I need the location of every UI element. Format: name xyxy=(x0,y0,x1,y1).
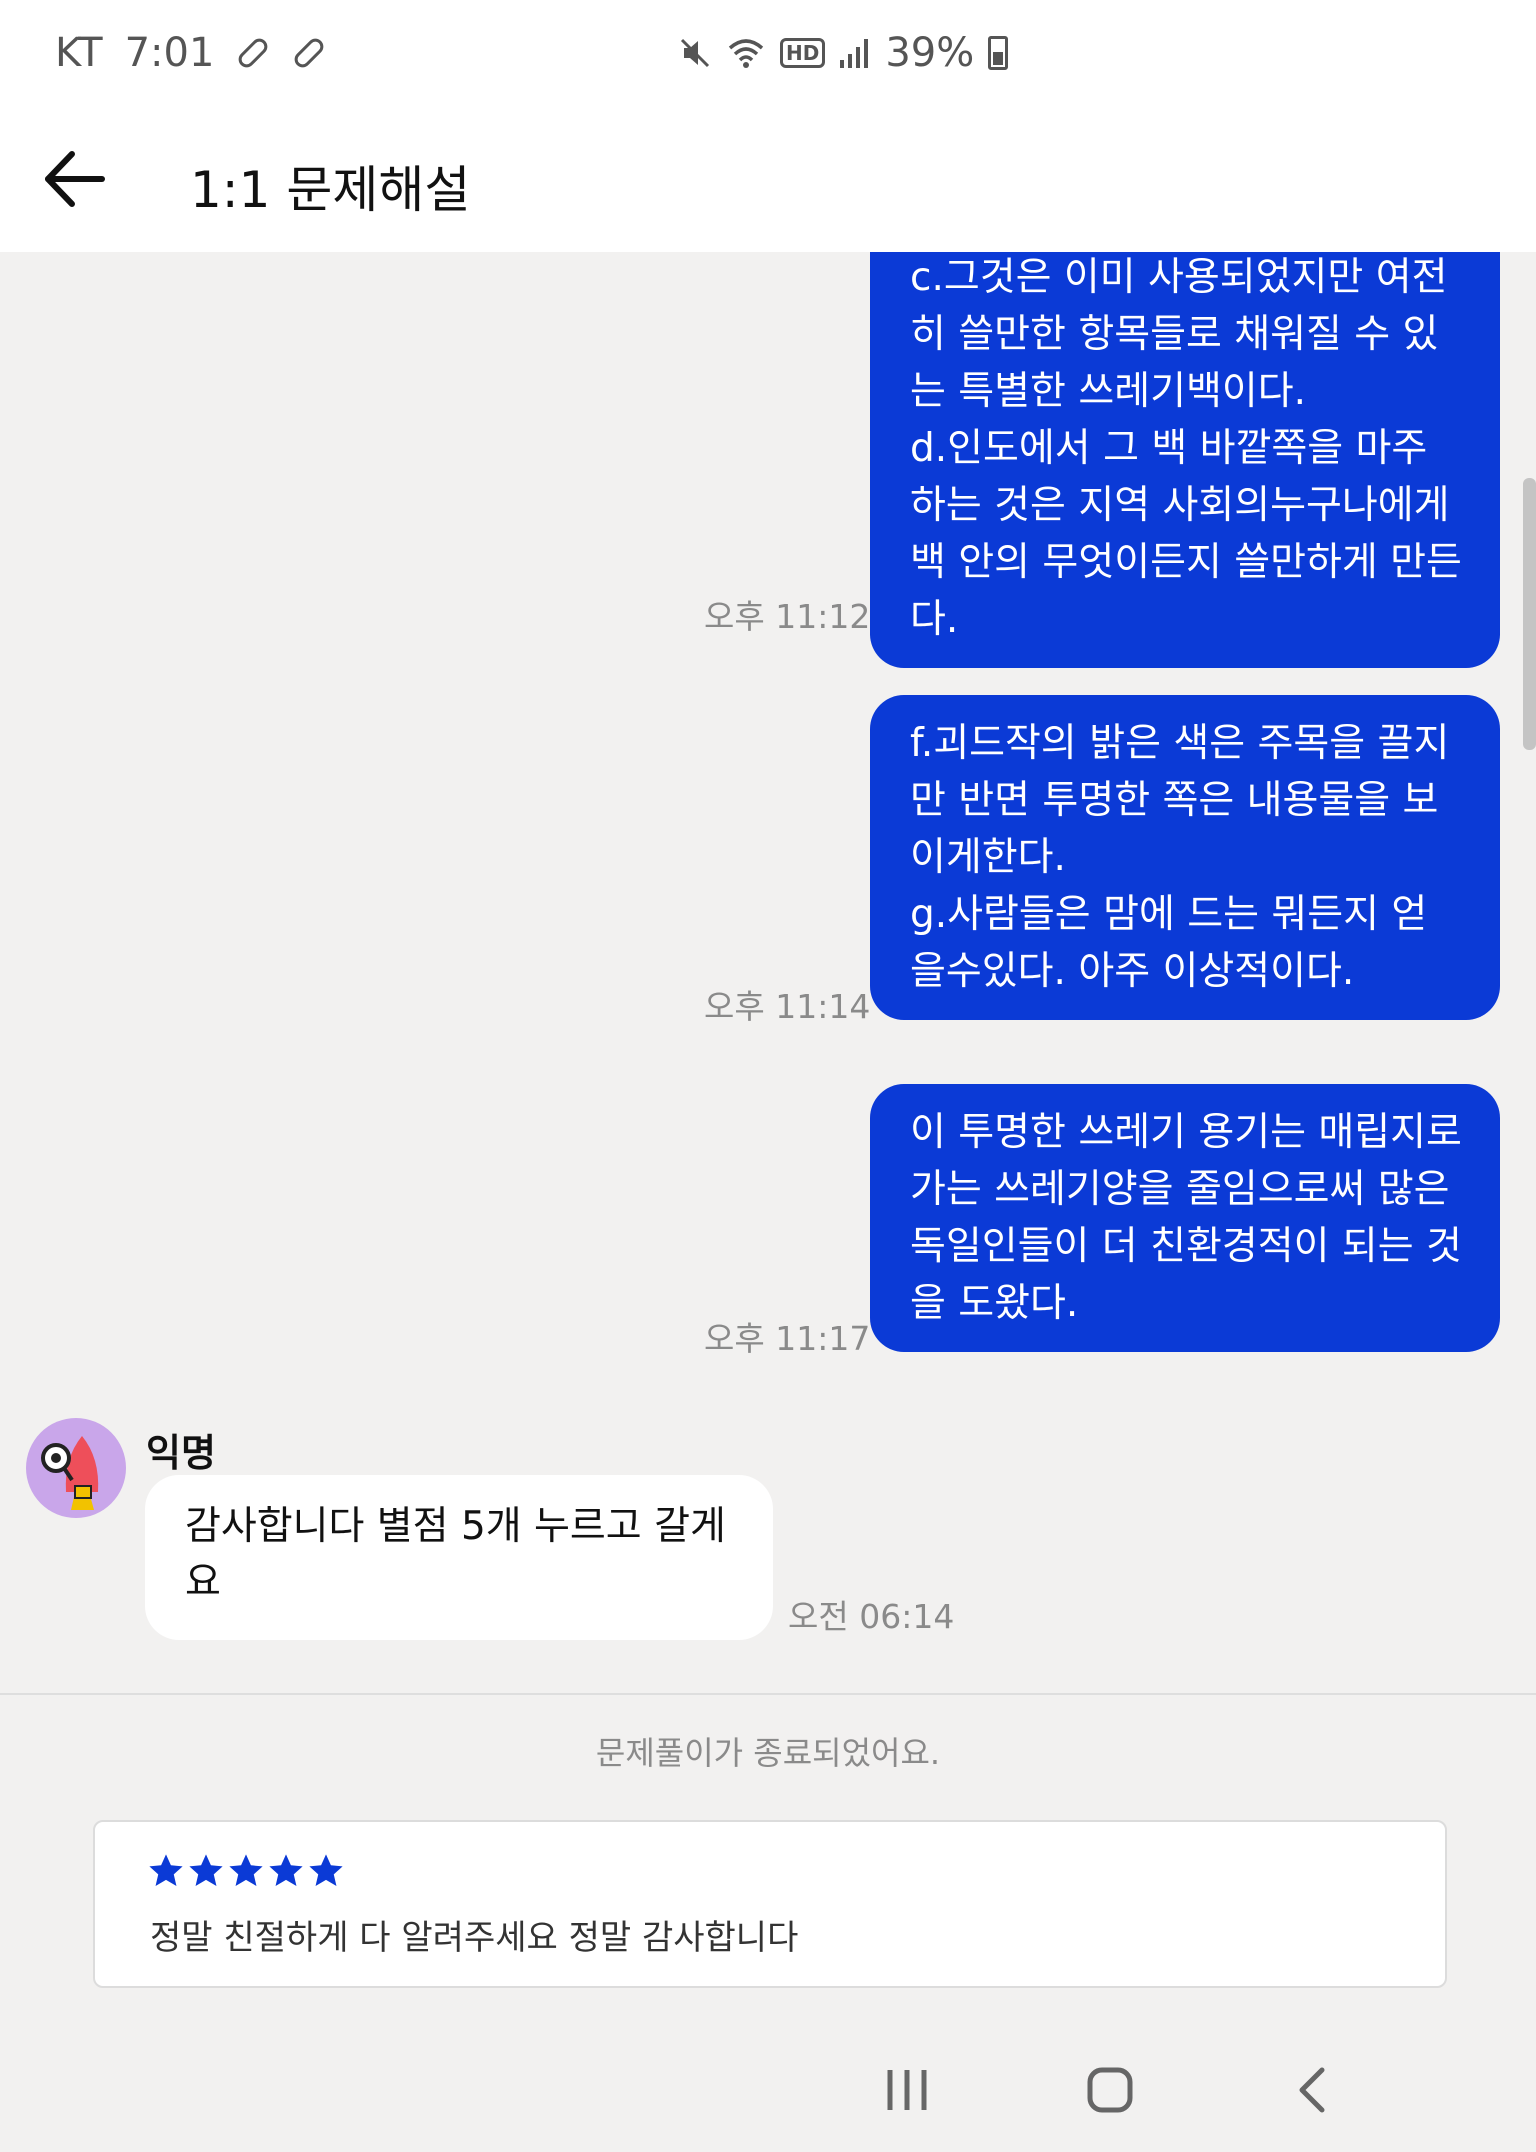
arrow-left-icon xyxy=(45,151,105,207)
message-bubble-sent: f.괴드작의 밝은 색은 주목을 끌지만 반면 투명한 쪽은 내용물을 보이게한… xyxy=(870,695,1500,1020)
recent-apps-icon xyxy=(887,2070,927,2110)
star-rating xyxy=(147,1852,345,1890)
star-icon xyxy=(229,1854,263,1887)
app-bar: 1:1 문제해설 xyxy=(0,110,1536,252)
wifi-icon xyxy=(728,39,764,68)
message-bubble-sent: 이다. c.그것은 이미 사용되었지만 여전히 쓸만한 항목들로 채워질 수 있… xyxy=(870,252,1500,668)
page-title: 1:1 문제해설 xyxy=(190,161,471,219)
review-text: 정말 친절하게 다 알려주세요 정말 감사합니다 xyxy=(150,1918,799,1958)
message-time: 오후 11:17 xyxy=(704,1319,871,1358)
message-time: 오후 11:12 xyxy=(704,597,871,636)
battery-percent: 39% xyxy=(885,30,975,76)
carrier-label: KT xyxy=(55,30,103,76)
home-icon xyxy=(1087,2067,1133,2113)
message-time: 오후 11:14 xyxy=(704,987,871,1026)
divider xyxy=(0,1693,1536,1695)
session-ended-notice: 문제풀이가 종료되었어요. xyxy=(595,1734,941,1772)
hd-icon: HD xyxy=(780,38,826,68)
battery-charging-icon xyxy=(988,36,1009,70)
message-bubble-sent: 이 투명한 쓰레기 용기는 매립지로 가는 쓰레기양을 줄임으로써 많은 독일인… xyxy=(870,1084,1500,1352)
star-icon xyxy=(189,1854,223,1887)
pill-icon xyxy=(291,35,328,71)
message-time: 오전 06:14 xyxy=(788,1597,955,1636)
status-bar: KT 7:01 HD 39% xyxy=(0,0,1536,110)
clock: 7:01 xyxy=(124,30,215,76)
back-button[interactable] xyxy=(40,144,110,214)
scrollbar-thumb[interactable] xyxy=(1523,478,1536,750)
system-nav-bar xyxy=(0,2030,1536,2152)
message-bubble-received: 감사합니다 별점 5개 누르고 갈게요 xyxy=(145,1475,773,1640)
signal-icon xyxy=(840,39,869,68)
back-icon xyxy=(1299,2067,1325,2113)
sender-name: 익명 xyxy=(146,1431,216,1475)
mascot-icon xyxy=(41,1436,99,1510)
system-back-button[interactable] xyxy=(1278,2060,1348,2120)
star-icon xyxy=(269,1854,303,1887)
recent-apps-button[interactable] xyxy=(872,2060,942,2120)
review-card: 정말 친절하게 다 알려주세요 정말 감사합니다 xyxy=(93,1820,1447,1988)
pill-icon xyxy=(235,35,272,71)
mute-icon xyxy=(680,38,710,68)
avatar[interactable] xyxy=(26,1418,126,1518)
status-bar-right: HD 39% xyxy=(678,30,1009,76)
home-button[interactable] xyxy=(1075,2060,1145,2120)
star-icon xyxy=(309,1854,343,1887)
star-icon xyxy=(149,1854,183,1887)
status-bar-left: KT 7:01 xyxy=(55,30,328,76)
